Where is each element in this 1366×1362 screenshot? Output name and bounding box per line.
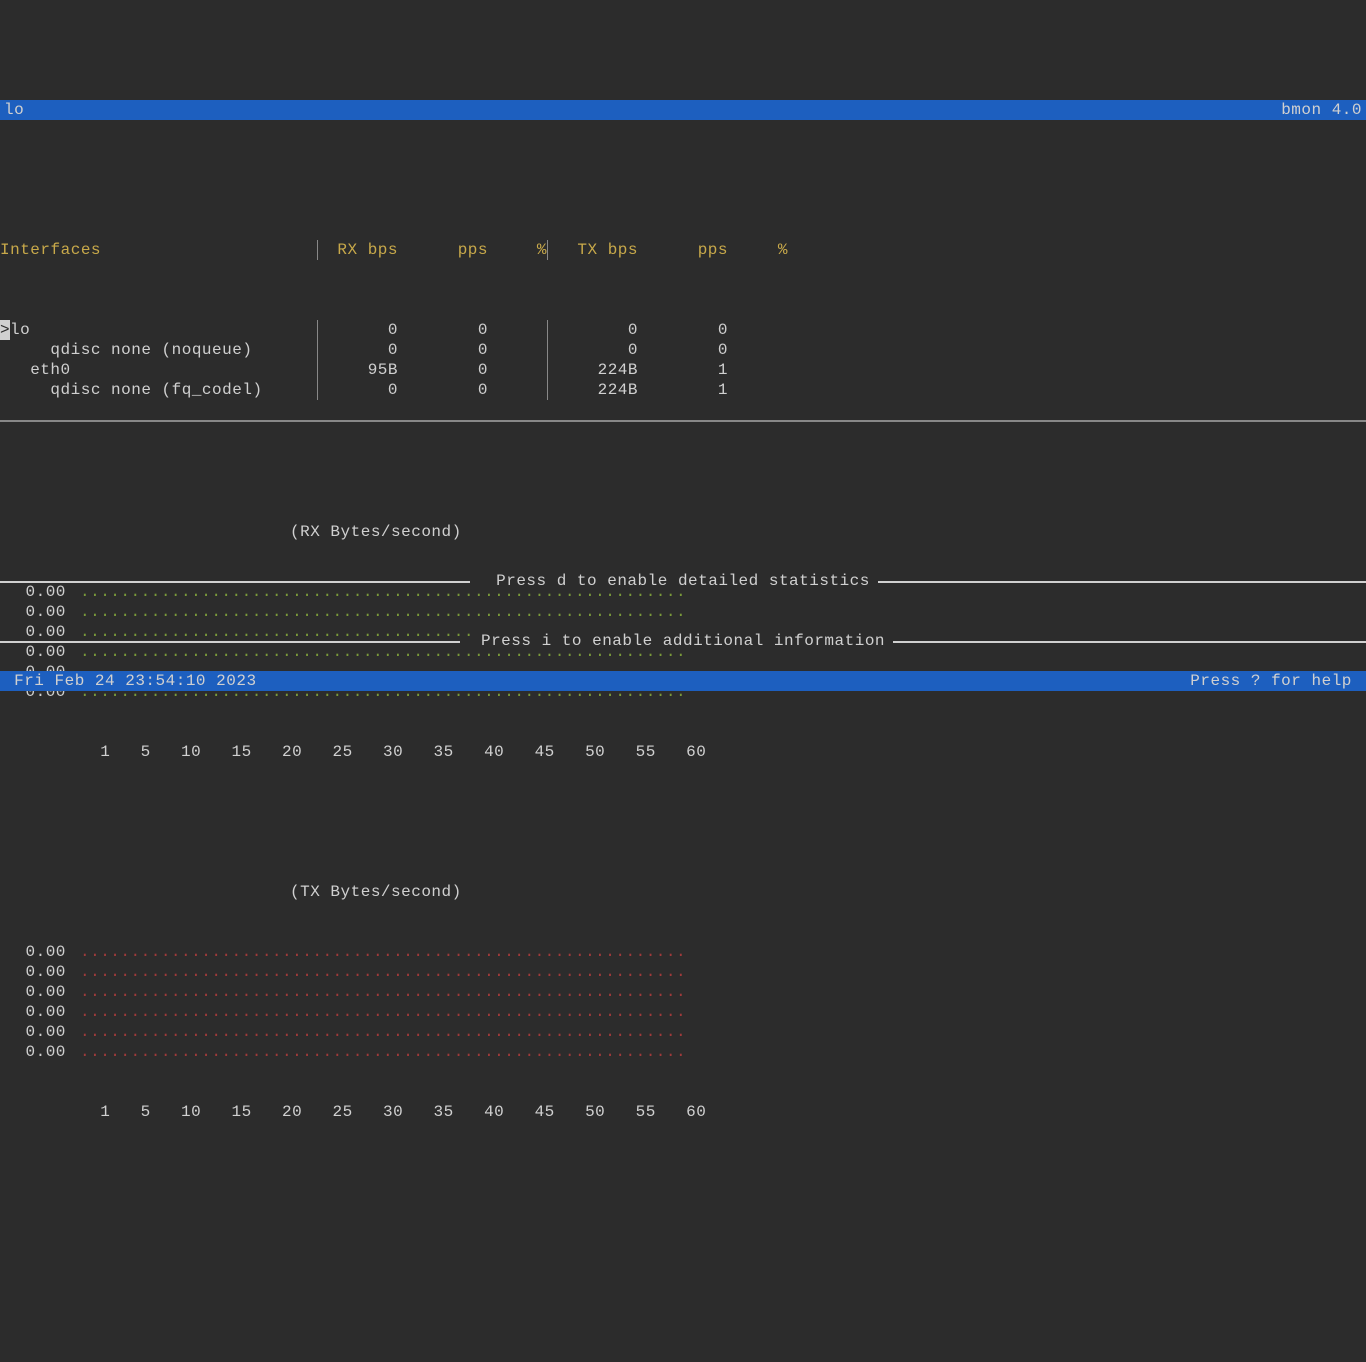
tx-pps: 1 <box>638 360 728 380</box>
interface-row[interactable]: qdisc none (fq_codel)00224B1 <box>0 380 1366 400</box>
rx-bps: 0 <box>318 320 398 340</box>
status-datetime: Fri Feb 24 23:54:10 2023 <box>4 671 257 691</box>
tx-bps: 224B <box>548 380 638 400</box>
tx-pps: 0 <box>638 340 728 360</box>
rx-pps: 0 <box>398 340 488 360</box>
tx-pps: 1 <box>638 380 728 400</box>
rx-pct <box>488 360 548 380</box>
tx-graph-line: 0.00 ...................................… <box>0 1002 1366 1022</box>
tx-dots: ........................................… <box>80 1023 686 1041</box>
title-left: lo <box>4 100 24 120</box>
col-rx-pps: pps <box>398 240 488 260</box>
rx-pps: 0 <box>398 360 488 380</box>
iface-name: qdisc none (fq_codel) <box>0 380 318 400</box>
rx-pps: 0 <box>398 320 488 340</box>
rx-bps: 95B <box>318 360 398 380</box>
col-interfaces: Interfaces <box>0 240 318 260</box>
tx-pct <box>728 340 788 360</box>
tx-dots: ........................................… <box>80 1003 686 1021</box>
tx-y-label: 0.00 <box>0 1022 80 1042</box>
hint-additional-info: Press i to enable additional information <box>0 631 1366 651</box>
status-bar: Fri Feb 24 23:54:10 2023 Press ? for hel… <box>0 671 1366 691</box>
hint-detailed-stats: Press d to enable detailed statistics <box>0 571 1366 591</box>
col-rx-bps: RX bps <box>318 240 398 260</box>
title-right: bmon 4.0 <box>1281 100 1362 120</box>
rx-pct <box>488 340 548 360</box>
tx-graph-line: 0.00 ...................................… <box>0 1042 1366 1062</box>
rx-pct <box>488 320 548 340</box>
interface-row[interactable]: >lo0000 <box>0 320 1366 340</box>
col-tx-pps: pps <box>638 240 728 260</box>
interface-row[interactable]: qdisc none (noqueue)0000 <box>0 340 1366 360</box>
iface-name: eth0 <box>0 360 318 380</box>
tx-bps: 0 <box>548 320 638 340</box>
tx-bps: 224B <box>548 360 638 380</box>
tx-y-label: 0.00 <box>0 1002 80 1022</box>
tx-graph-line: 0.00 ...................................… <box>0 982 1366 1002</box>
rx-bps: 0 <box>318 340 398 360</box>
interface-table: Interfaces RX bps pps % TX bps pps % >lo… <box>0 180 1366 422</box>
tx-graph-line: 0.00 ...................................… <box>0 962 1366 982</box>
rx-bps: 0 <box>318 380 398 400</box>
tx-dots: ........................................… <box>80 963 686 981</box>
status-help: Press ? for help <box>1190 671 1362 691</box>
tx-pps: 0 <box>638 320 728 340</box>
tx-bps: 0 <box>548 340 638 360</box>
iface-name: >lo <box>0 320 318 340</box>
col-tx-bps: TX bps <box>548 240 638 260</box>
footer-hints: Press d to enable detailed statistics Pr… <box>0 531 1366 671</box>
tx-y-label: 0.00 <box>0 942 80 962</box>
iface-name: qdisc none (noqueue) <box>0 340 318 360</box>
rx-pps: 0 <box>398 380 488 400</box>
tx-pct <box>728 380 788 400</box>
tx-dots: ........................................… <box>80 1043 686 1061</box>
selection-marker-icon: > <box>0 320 10 340</box>
interface-row[interactable]: eth095B0 224B1 <box>0 360 1366 380</box>
tx-xaxis: 1 5 10 15 20 25 30 35 40 45 50 55 60 <box>0 1102 1366 1122</box>
tx-y-label: 0.00 <box>0 962 80 982</box>
tx-y-label: 0.00 <box>0 1042 80 1062</box>
rx-xaxis: 1 5 10 15 20 25 30 35 40 45 50 55 60 <box>0 742 1366 762</box>
tx-graph-line: 0.00 ...................................… <box>0 1022 1366 1042</box>
col-rx-pct: % <box>488 240 548 260</box>
table-header: Interfaces RX bps pps % TX bps pps % <box>0 240 1366 260</box>
rx-pct <box>488 380 548 400</box>
tx-graph: (TX Bytes/second) 0.00 .................… <box>0 842 1366 1142</box>
tx-y-label: 0.00 <box>0 982 80 1002</box>
title-bar: lo bmon 4.0 <box>0 100 1366 120</box>
tx-pct <box>728 360 788 380</box>
tx-graph-title: (TX Bytes/second) <box>80 883 462 901</box>
col-tx-pct: % <box>728 240 788 260</box>
tx-dots: ........................................… <box>80 943 686 961</box>
tx-dots: ........................................… <box>80 983 686 1001</box>
tx-graph-line: 0.00 ...................................… <box>0 942 1366 962</box>
tx-pct <box>728 320 788 340</box>
